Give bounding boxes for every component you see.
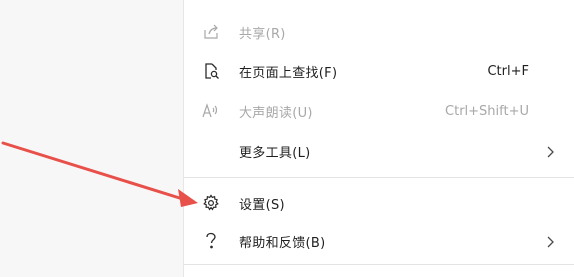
browser-context-menu: 共享(R) 在页面上查找(F) Ctrl+F 大声朗读(U) Ctrl+Shif…: [183, 0, 574, 277]
menu-item-more-tools[interactable]: 更多工具(L): [184, 132, 574, 170]
menu-item-label: 共享(R): [239, 26, 286, 42]
menu-item-label: 设置(S): [239, 197, 285, 213]
share-icon: [200, 21, 222, 43]
menu-item-settings[interactable]: 设置(S): [184, 184, 574, 222]
menu-divider: [184, 264, 574, 265]
chevron-right-icon: [544, 144, 556, 158]
menu-divider: [184, 177, 574, 178]
menu-item-help-feedback[interactable]: 帮助和反馈(B): [184, 222, 574, 260]
menu-item-label: 大声朗读(U): [239, 105, 313, 121]
menu-item-find-on-page[interactable]: 在页面上查找(F) Ctrl+F: [184, 52, 574, 90]
menu-item-share[interactable]: 共享(R): [184, 13, 574, 51]
read-aloud-icon: [200, 100, 222, 122]
menu-item-label: 更多工具(L): [239, 145, 311, 161]
shortcut-text: Ctrl+Shift+U: [445, 103, 529, 119]
page-background: [0, 0, 183, 277]
shortcut-text: Ctrl+F: [487, 63, 529, 79]
menu-item-label: 在页面上查找(F): [239, 65, 338, 81]
question-icon: [200, 230, 222, 252]
menu-item-label: 帮助和反馈(B): [239, 235, 326, 251]
find-on-page-icon: [200, 60, 222, 82]
gear-icon: [200, 192, 222, 214]
menu-item-read-aloud[interactable]: 大声朗读(U) Ctrl+Shift+U: [184, 92, 574, 130]
chevron-right-icon: [544, 234, 556, 248]
